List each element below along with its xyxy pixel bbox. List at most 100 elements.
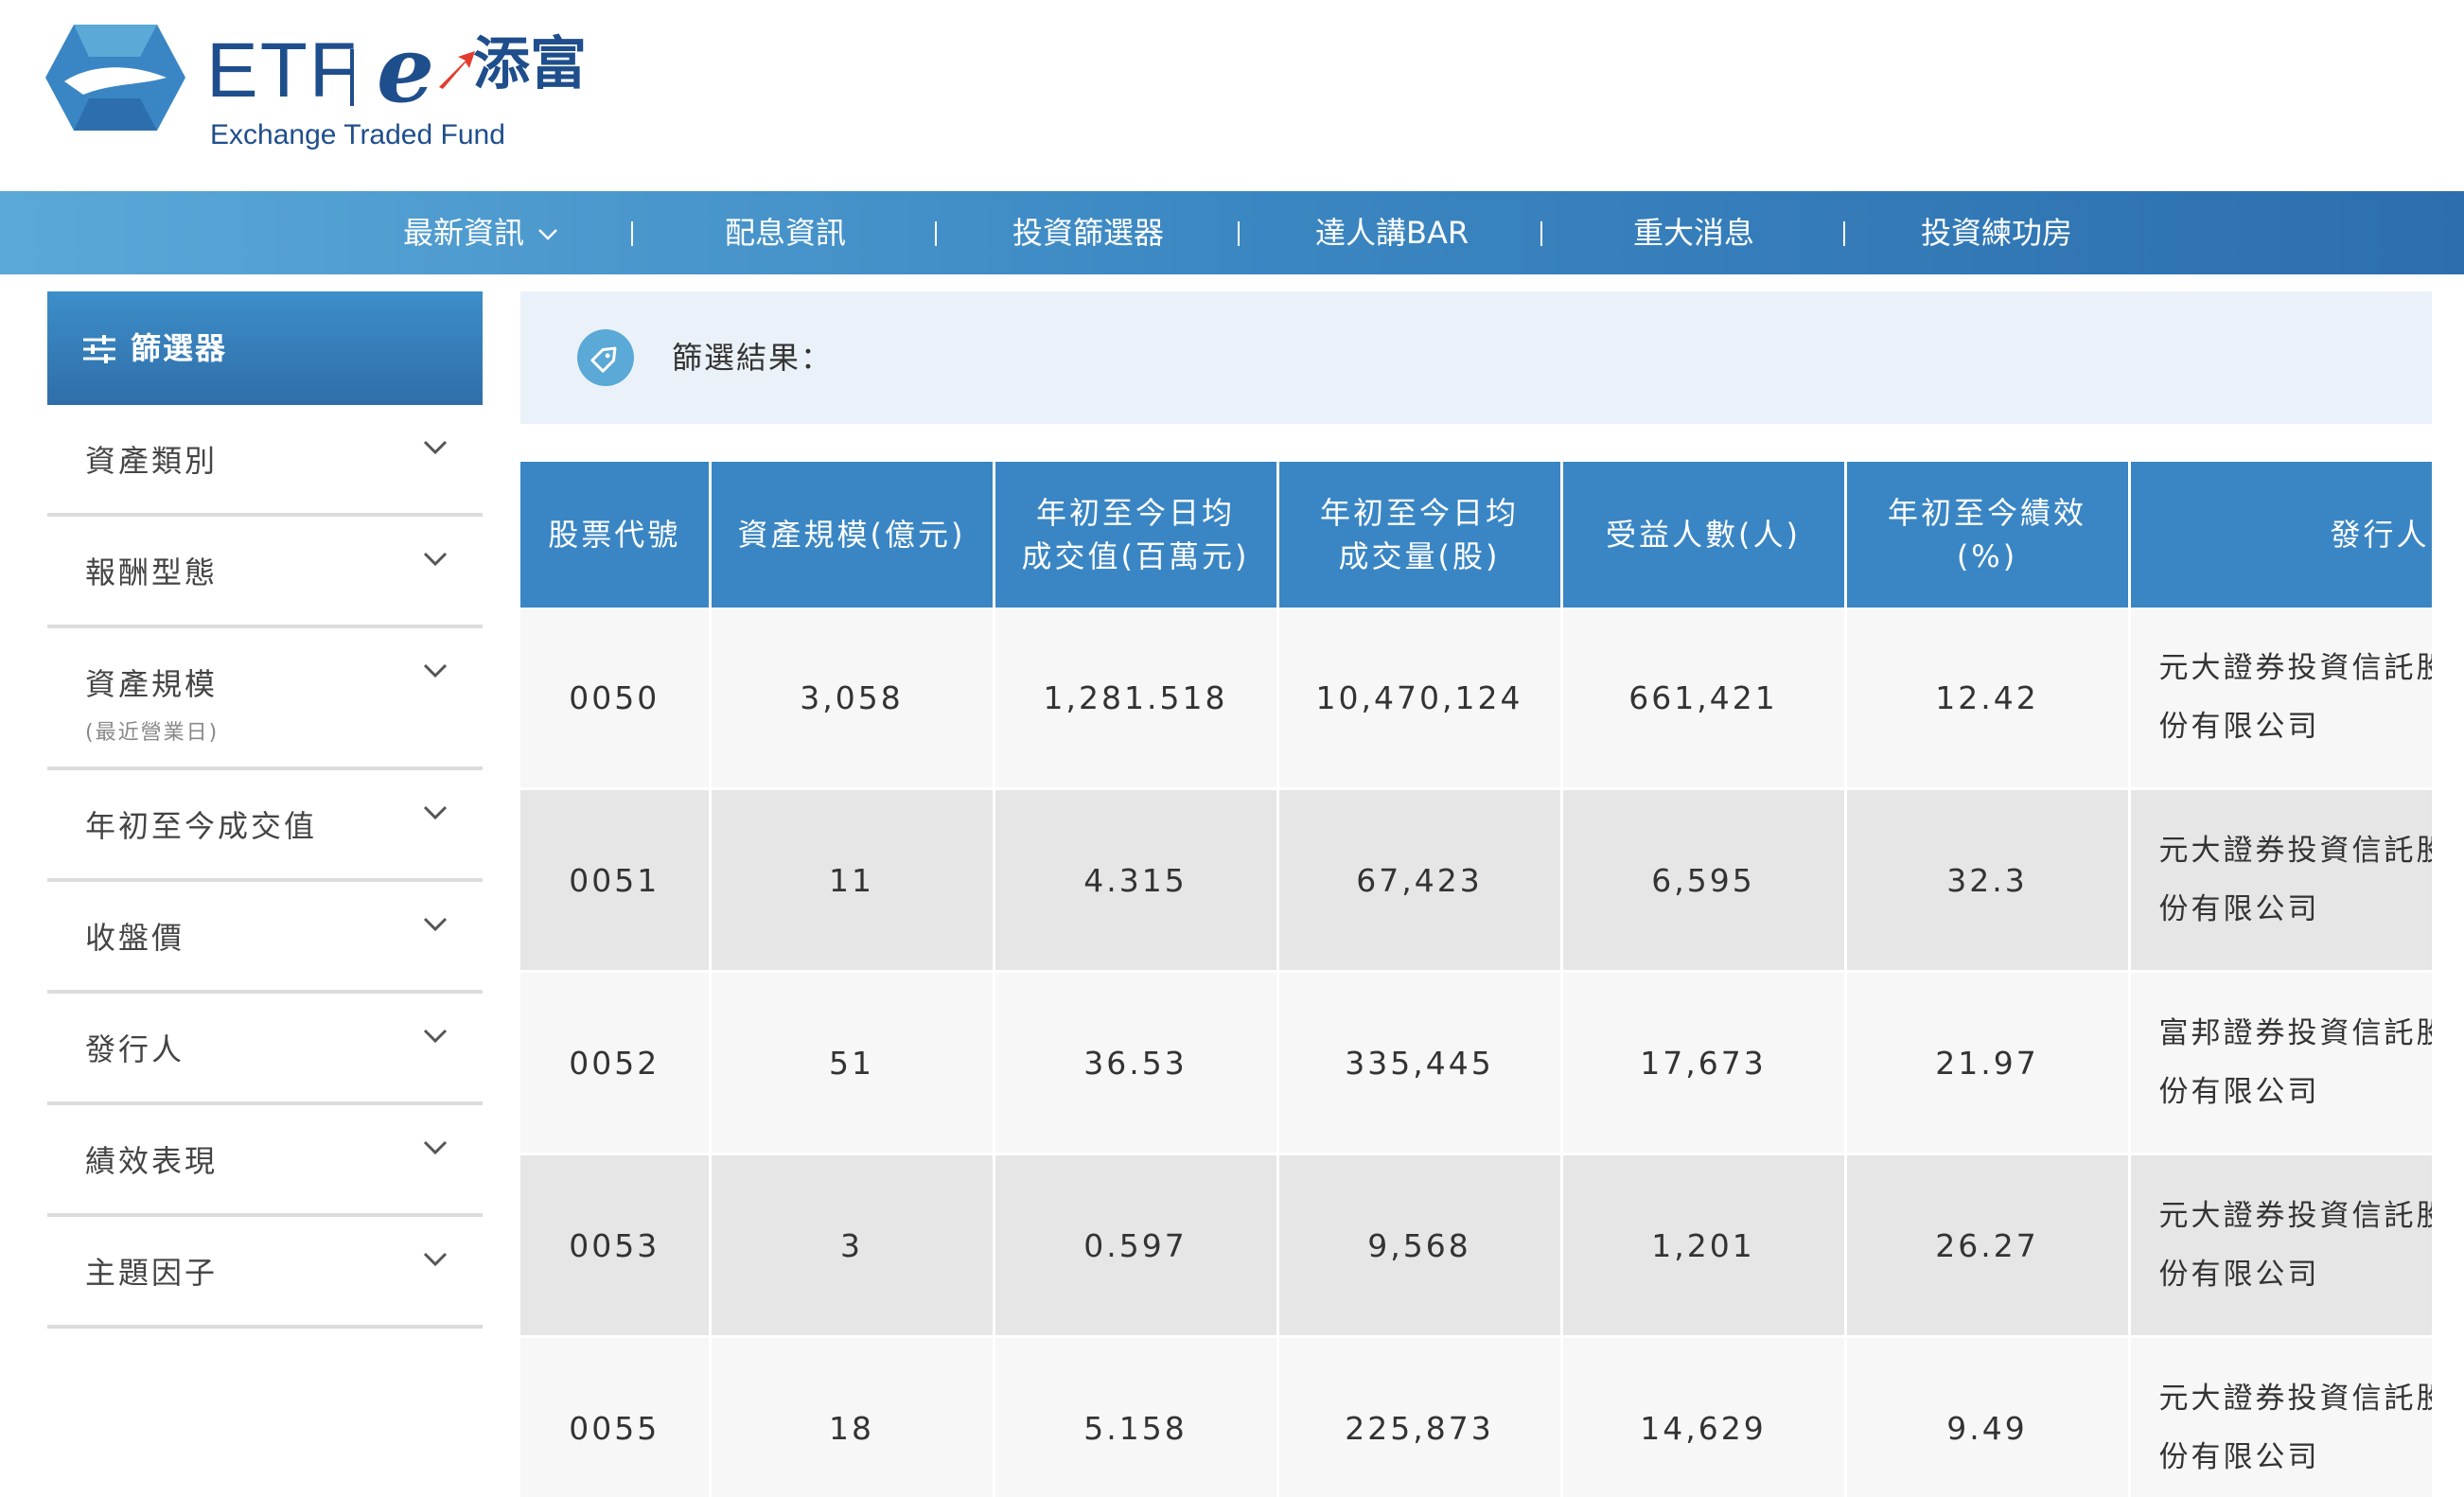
table-row[interactable]: 0055 18 5.158 225,873 14,629 9.49 元大證券投資… bbox=[520, 1336, 2433, 1497]
cell-ticker[interactable]: 0050 bbox=[520, 608, 712, 790]
issuer-line-2: 份有限公司 bbox=[2158, 710, 2320, 744]
filter-ytd-turnover[interactable]: 年初至今成交值 bbox=[47, 770, 483, 882]
issuer-line-2: 份有限公司 bbox=[2158, 1075, 2320, 1109]
cell-ytd-performance: 32.3 bbox=[1845, 788, 2131, 973]
col-header-asset-size[interactable]: 資產規模(億元) bbox=[710, 462, 995, 608]
cell-asset-size: 18 bbox=[710, 1336, 995, 1497]
result-label: 篩選結果： bbox=[672, 340, 834, 376]
filter-closing-price[interactable]: 收盤價 bbox=[47, 882, 483, 994]
nav-divider bbox=[1238, 221, 1240, 246]
filter-label: 績效表現 bbox=[85, 1143, 219, 1179]
cell-asset-size: 3 bbox=[710, 1154, 995, 1338]
filter-result-bar: 篩選結果： bbox=[520, 291, 2432, 424]
nav-divider bbox=[935, 221, 937, 246]
cell-ticker[interactable]: 0051 bbox=[520, 788, 712, 973]
main-nav: 最新資訊 配息資訊 投資篩選器 達人講BAR 重大消息 投資練功房 bbox=[0, 191, 2464, 274]
issuer-line-1: 元大證券投資信託股 bbox=[2158, 834, 2433, 868]
sidebar-header: 篩選器 bbox=[47, 291, 483, 405]
issuer-line-2: 份有限公司 bbox=[2158, 1258, 2320, 1292]
table-row[interactable]: 0052 51 36.53 335,445 17,673 21.97 富邦證券投… bbox=[520, 971, 2432, 1155]
table-row[interactable]: 0053 3 0.597 9,568 1,201 26.27 元大證券投資信託股… bbox=[520, 1154, 2433, 1338]
col-header-avg-turnover[interactable]: 年初至今日均 成交值(百萬元) bbox=[994, 462, 1279, 608]
cell-issuer: 富邦證券投資信託股 份有限公司 bbox=[2129, 971, 2432, 1155]
nav-item-major-news[interactable]: 重大消息 bbox=[1633, 191, 1754, 274]
cell-beneficiaries: 661,421 bbox=[1561, 608, 1847, 790]
table-row[interactable]: 0050 3,058 1,281.518 10,470,124 661,421 … bbox=[520, 608, 2433, 790]
etf-logo-mark-icon bbox=[45, 25, 185, 131]
chevron-down-icon bbox=[423, 805, 448, 820]
nav-divider bbox=[631, 221, 633, 246]
chevron-down-icon bbox=[538, 229, 557, 240]
sidebar-title: 篩選器 bbox=[131, 330, 228, 366]
cell-ytd-performance: 9.49 bbox=[1845, 1336, 2131, 1497]
cell-avg-volume: 225,873 bbox=[1277, 1336, 1563, 1497]
cell-ticker[interactable]: 0053 bbox=[520, 1154, 712, 1338]
nav-item-latest-news[interactable]: 最新資訊 bbox=[403, 191, 558, 274]
col-header-ticker[interactable]: 股票代號 bbox=[520, 462, 712, 608]
cell-ytd-performance: 26.27 bbox=[1845, 1154, 2131, 1338]
chevron-down-icon bbox=[423, 1252, 448, 1267]
logo-subtitle: Exchange Traded Fund bbox=[210, 119, 505, 150]
cell-avg-turnover: 4.315 bbox=[994, 788, 1279, 973]
filter-return-type[interactable]: 報酬型態 bbox=[47, 517, 483, 628]
cell-ytd-performance: 12.42 bbox=[1845, 608, 2131, 790]
sliders-filter-icon bbox=[83, 335, 115, 363]
table-row[interactable]: 0051 11 4.315 67,423 6,595 32.3 元大證券投資信託… bbox=[520, 788, 2433, 973]
cell-ticker[interactable]: 0052 bbox=[520, 971, 712, 1155]
cell-issuer: 元大證券投資信託股 份有限公司 bbox=[2129, 1154, 2433, 1338]
nav-divider bbox=[1540, 221, 1542, 246]
etf-results-table: 股票代號 資產規模(億元) 年初至今日均 成交值(百萬元) 年初至今日均 成交量… bbox=[520, 462, 2432, 1497]
logo-etf-text: ETF bbox=[206, 27, 359, 114]
cell-avg-turnover: 5.158 bbox=[994, 1336, 1279, 1497]
chevron-down-icon bbox=[423, 917, 448, 932]
col-header-avg-volume[interactable]: 年初至今日均 成交量(股) bbox=[1277, 462, 1563, 608]
cell-asset-size: 11 bbox=[710, 788, 995, 973]
col-header-beneficiaries[interactable]: 受益人數(人) bbox=[1561, 462, 1847, 608]
filter-label: 報酬型態 bbox=[85, 555, 219, 590]
filter-label: 年初至今成交值 bbox=[85, 808, 318, 844]
col-header-ytd-performance[interactable]: 年初至今績效 (%) bbox=[1845, 462, 2131, 608]
chevron-down-icon bbox=[423, 440, 448, 455]
filter-label: 資產類別 bbox=[85, 443, 219, 479]
filter-asset-class[interactable]: 資產類別 bbox=[47, 405, 483, 517]
site-logo[interactable]: ETF e 添富 Exchange Traded Fund bbox=[45, 25, 613, 167]
nav-item-training-room[interactable]: 投資練功房 bbox=[1921, 191, 2072, 274]
cell-avg-turnover: 1,281.518 bbox=[994, 608, 1279, 790]
chevron-down-icon bbox=[423, 1140, 448, 1155]
issuer-line-2: 份有限公司 bbox=[2158, 1440, 2320, 1474]
logo-chinese-name: 添富 bbox=[473, 31, 587, 97]
col-header-issuer[interactable]: 發行人 bbox=[2129, 462, 2432, 608]
nav-item-dividend-info[interactable]: 配息資訊 bbox=[725, 191, 846, 274]
cell-beneficiaries: 1,201 bbox=[1561, 1154, 1847, 1338]
nav-divider bbox=[1843, 221, 1845, 246]
nav-item-expert-bar[interactable]: 達人講BAR bbox=[1315, 191, 1469, 274]
cell-avg-turnover: 36.53 bbox=[994, 971, 1279, 1155]
cell-avg-turnover: 0.597 bbox=[994, 1154, 1279, 1338]
cell-issuer: 元大證券投資信託股 份有限公司 bbox=[2129, 1336, 2433, 1497]
cell-issuer: 元大證券投資信託股 份有限公司 bbox=[2129, 608, 2433, 790]
filter-performance[interactable]: 績效表現 bbox=[47, 1105, 483, 1217]
filter-label: 收盤價 bbox=[85, 920, 185, 956]
tag-icon bbox=[577, 329, 634, 386]
filter-issuer[interactable]: 發行人 bbox=[47, 994, 483, 1105]
filter-label: 主題因子 bbox=[85, 1255, 219, 1291]
cell-avg-volume: 67,423 bbox=[1277, 788, 1563, 973]
cell-avg-volume: 9,568 bbox=[1277, 1154, 1563, 1338]
chevron-down-icon bbox=[423, 552, 448, 567]
cell-beneficiaries: 6,595 bbox=[1561, 788, 1847, 973]
filter-asset-size[interactable]: 資產規模 (最近營業日) bbox=[47, 628, 483, 770]
cell-asset-size: 51 bbox=[710, 971, 995, 1155]
filter-theme-factor[interactable]: 主題因子 bbox=[47, 1217, 483, 1329]
logo-e-letter: e bbox=[377, 16, 435, 123]
issuer-line-1: 元大證券投資信託股 bbox=[2158, 1382, 2433, 1416]
issuer-line-1: 元大證券投資信託股 bbox=[2158, 651, 2433, 685]
chevron-down-icon bbox=[423, 663, 448, 678]
site-header: ETF e 添富 Exchange Traded Fund bbox=[0, 0, 2464, 191]
issuer-line-1: 元大證券投資信託股 bbox=[2158, 1199, 2433, 1233]
filter-label: 資產規模 bbox=[85, 666, 219, 702]
nav-item-label: 最新資訊 bbox=[403, 215, 525, 251]
cell-ticker[interactable]: 0055 bbox=[520, 1336, 712, 1497]
filter-label: 發行人 bbox=[85, 1031, 185, 1067]
nav-item-investment-screener[interactable]: 投資篩選器 bbox=[1012, 191, 1164, 274]
cell-avg-volume: 10,470,124 bbox=[1277, 608, 1563, 790]
